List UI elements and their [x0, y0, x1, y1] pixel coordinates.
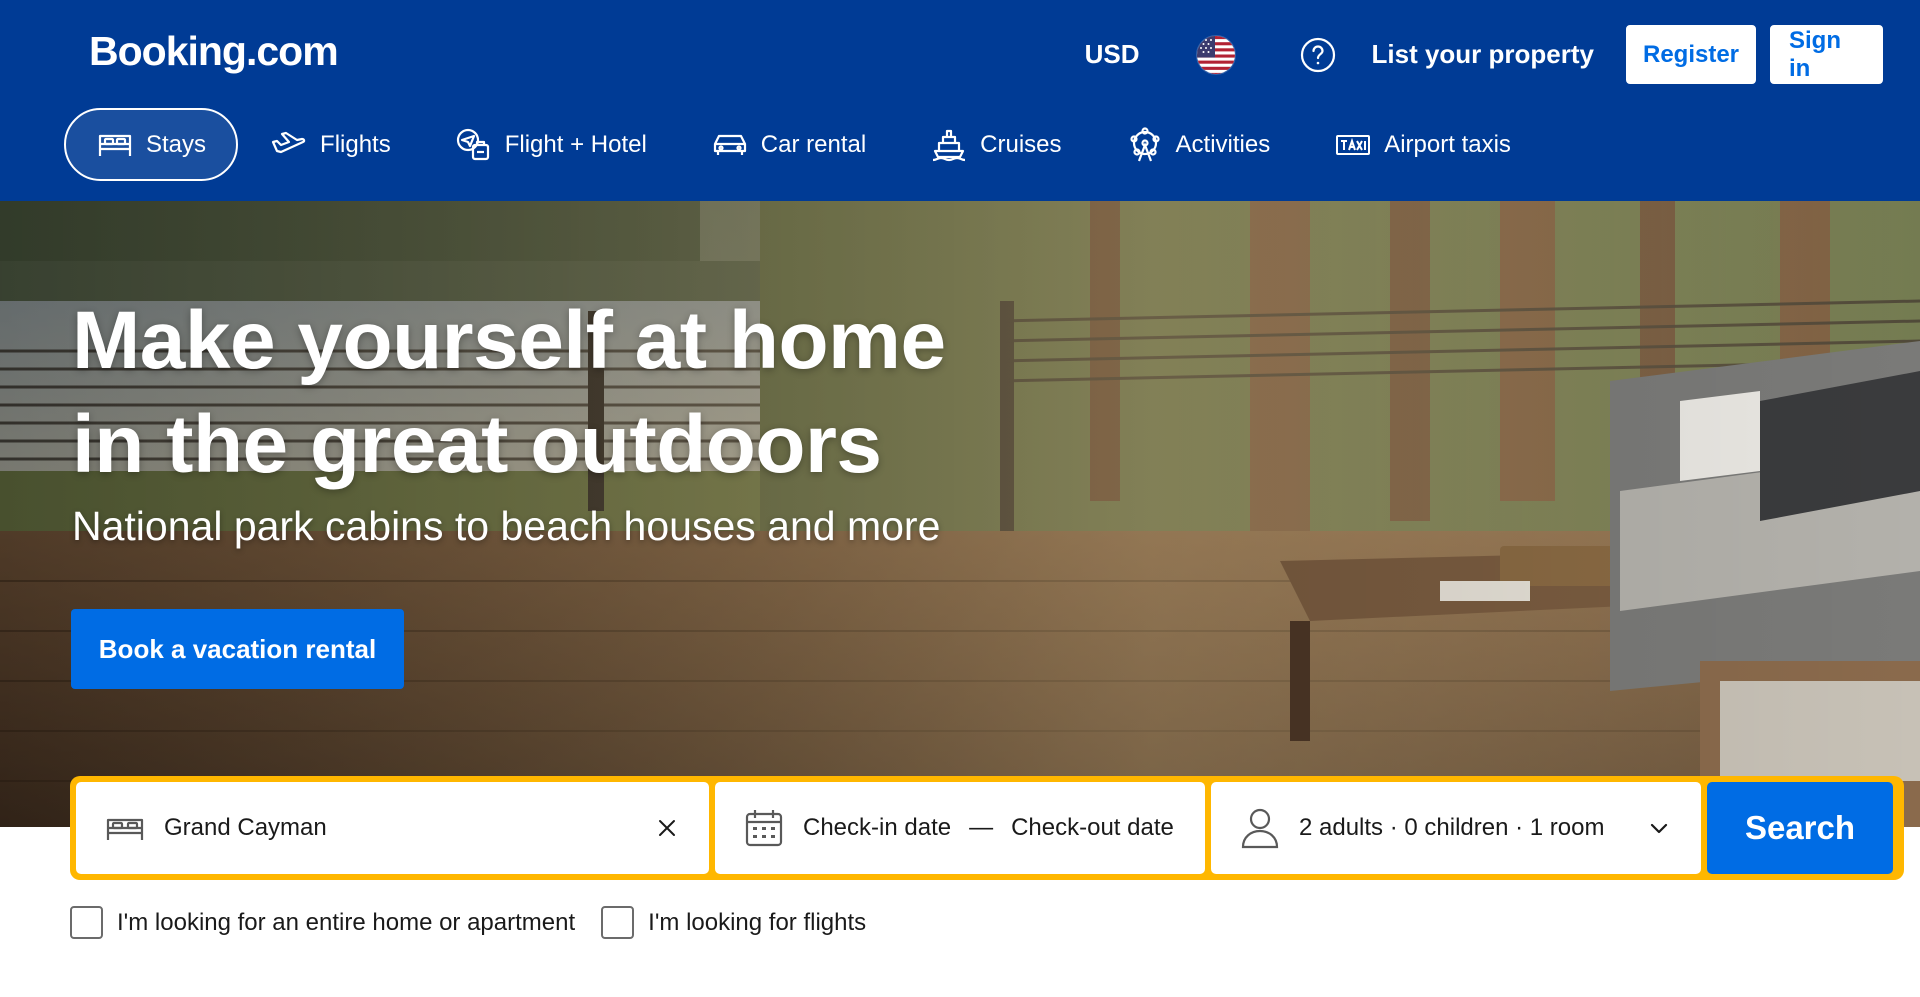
chevron-down-icon[interactable]	[1645, 814, 1673, 842]
destination-field[interactable]: Grand Cayman	[76, 782, 709, 874]
nav-label: Cruises	[980, 130, 1062, 158]
nav-label: Car rental	[760, 130, 867, 158]
check-out-date[interactable]: Check-out date	[1011, 814, 1174, 842]
close-icon[interactable]	[653, 814, 681, 842]
flights-checkbox[interactable]	[601, 906, 635, 939]
nav-tab-activities[interactable]: Activities	[1094, 108, 1303, 181]
currency-selector[interactable]: USD	[1057, 39, 1168, 70]
calendar-icon	[743, 807, 785, 849]
header-actions: USD List your property Register Sign in	[1057, 25, 1883, 84]
ferris-wheel-icon	[1126, 126, 1164, 164]
entire-home-checkbox[interactable]	[70, 906, 103, 939]
ship-icon	[930, 126, 968, 164]
person-icon	[1239, 807, 1281, 849]
plane-icon	[270, 126, 308, 164]
nav-tab-cruises[interactable]: Cruises	[898, 108, 1093, 181]
date-range-field[interactable]: Check-in date — Check-out date	[715, 782, 1205, 874]
nav-label: Stays	[146, 130, 207, 158]
sign-in-button[interactable]: Sign in	[1770, 25, 1883, 84]
nav-tab-car-rental[interactable]: Car rental	[679, 108, 898, 181]
flights-label: I'm looking for flights	[648, 908, 867, 936]
entire-home-label: I'm looking for an entire home or apartm…	[117, 908, 576, 936]
bed-icon	[96, 126, 134, 164]
product-nav: Stays Flights Flight + Hotel Car rental …	[64, 108, 1543, 181]
check-in-date[interactable]: Check-in date	[803, 814, 951, 842]
nav-label: Airport taxis	[1384, 130, 1511, 158]
flight-hotel-icon	[455, 126, 493, 164]
bed-icon	[104, 807, 146, 849]
flights-option[interactable]: I'm looking for flights	[601, 906, 866, 939]
hero-banner: Make yourself at home in the great outdo…	[0, 201, 1920, 827]
taxi-icon	[1334, 126, 1372, 164]
search-bar: Grand Cayman Check-in date — Check-out d…	[70, 776, 1904, 880]
hero-heading: Make yourself at home in the great outdo…	[72, 289, 946, 497]
nav-tab-flights[interactable]: Flights	[238, 108, 423, 181]
nav-tab-flight-hotel[interactable]: Flight + Hotel	[423, 108, 679, 181]
nav-tab-airport-taxis[interactable]: Airport taxis	[1302, 108, 1543, 181]
top-header: Booking.com USD List your property Regis…	[0, 0, 1920, 201]
search-button[interactable]: Search	[1707, 782, 1893, 874]
hero-heading-line-1: Make yourself at home	[72, 295, 946, 386]
booking-logo[interactable]: Booking.com	[89, 28, 339, 75]
nav-tab-stays[interactable]: Stays	[64, 108, 239, 181]
nav-label: Flight + Hotel	[504, 130, 647, 158]
list-property-link[interactable]: List your property	[1372, 39, 1626, 70]
book-vacation-rental-button[interactable]: Book a vacation rental	[71, 609, 404, 689]
nav-label: Flights	[320, 130, 391, 158]
us-flag-icon[interactable]	[1195, 34, 1236, 75]
date-separator: —	[969, 814, 994, 841]
search-options: I'm looking for an entire home or apartm…	[70, 906, 892, 939]
question-circle-icon[interactable]	[1300, 37, 1336, 73]
entire-home-option[interactable]: I'm looking for an entire home or apartm…	[70, 906, 575, 939]
occupancy-summary: 2 adults · 0 children · 1 room	[1299, 814, 1605, 841]
register-button[interactable]: Register	[1626, 25, 1756, 84]
occupancy-field[interactable]: 2 adults · 0 children · 1 room	[1211, 782, 1701, 874]
hero-heading-line-2: in the great outdoors	[72, 399, 882, 490]
nav-label: Activities	[1175, 130, 1271, 158]
hero-subheading: National park cabins to beach houses and…	[72, 503, 941, 549]
destination-input[interactable]: Grand Cayman	[164, 814, 653, 842]
car-icon	[711, 126, 749, 164]
